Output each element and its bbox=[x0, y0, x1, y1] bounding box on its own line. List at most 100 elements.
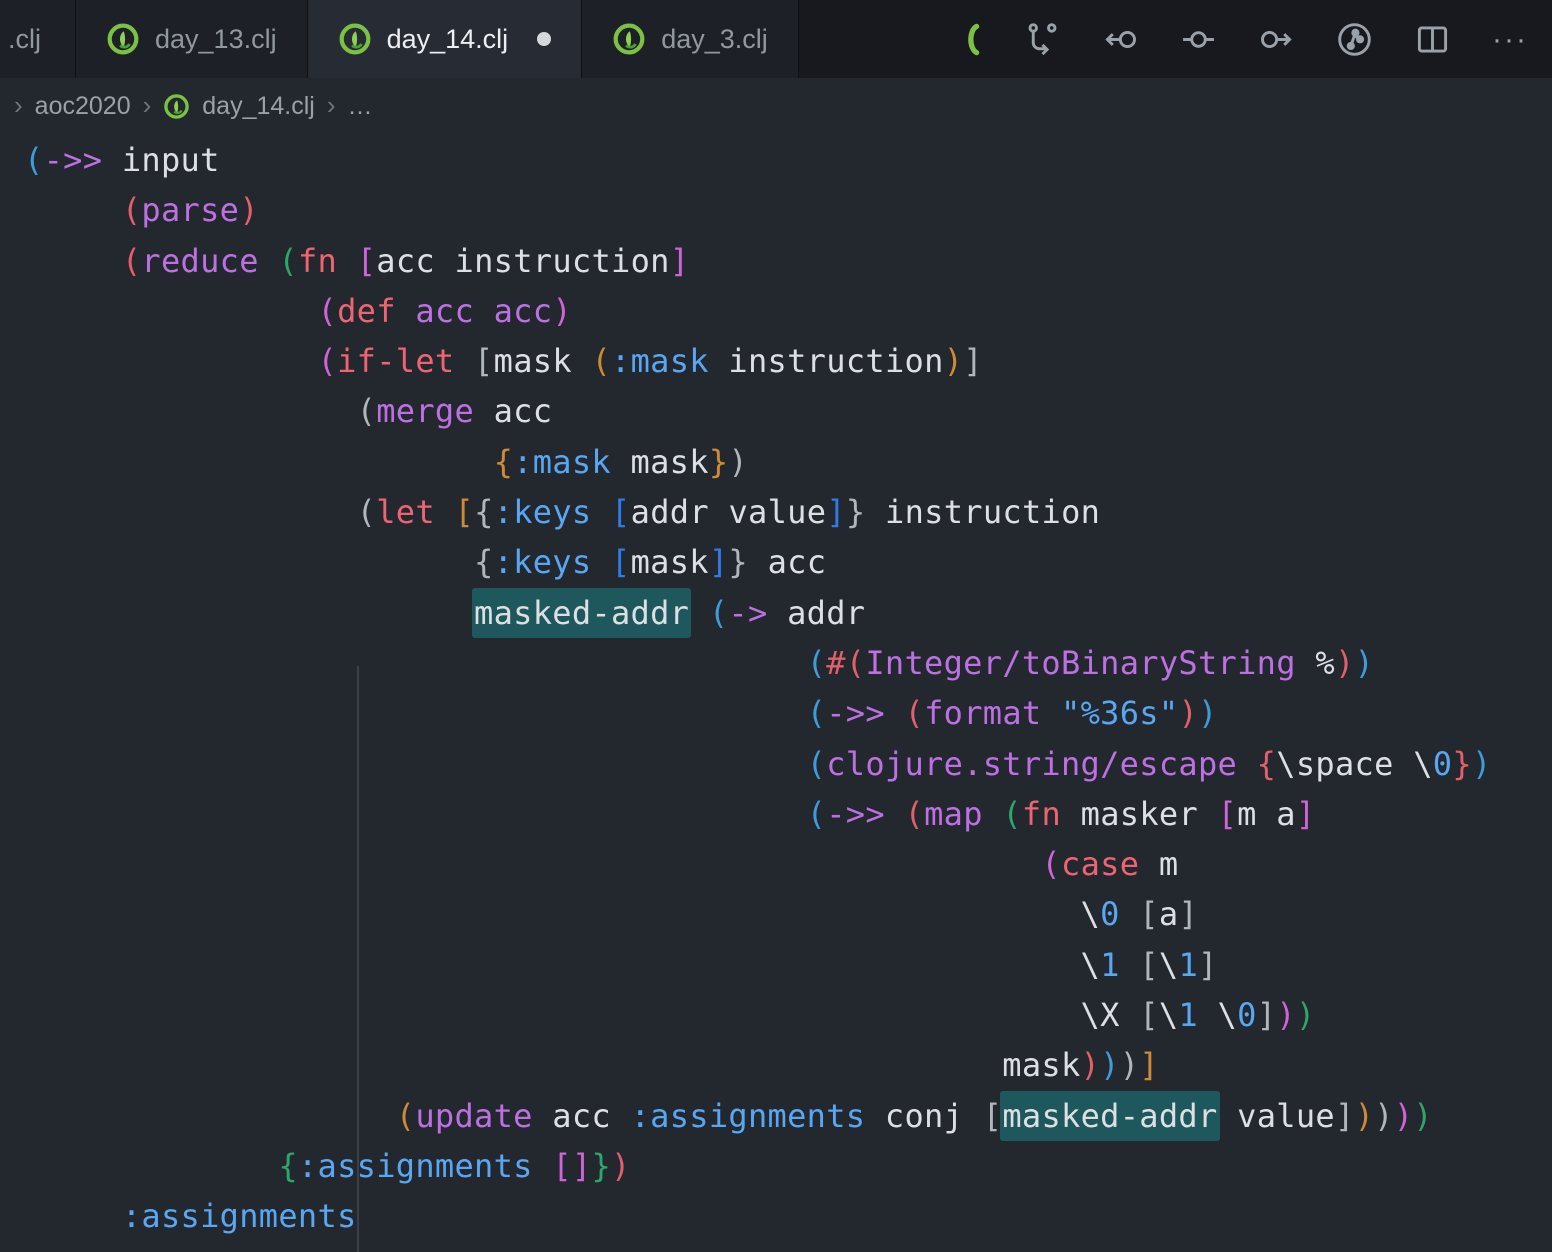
code-token: [ bbox=[474, 342, 494, 380]
code-token: merge bbox=[376, 392, 474, 430]
editor-actions: ··· bbox=[961, 0, 1552, 78]
code-token: ( bbox=[807, 745, 827, 783]
modified-dot-icon[interactable] bbox=[537, 32, 551, 46]
clojure-file-icon bbox=[612, 22, 646, 56]
breadcrumb-item-file[interactable]: day_14.clj bbox=[202, 92, 315, 121]
code-token: } bbox=[1452, 745, 1472, 783]
occurrence-highlight: masked-addr bbox=[1000, 1091, 1219, 1141]
code-token: ] bbox=[670, 242, 690, 280]
code-line: (reduce (fn [acc instruction] bbox=[24, 236, 1552, 286]
code-token: if-let bbox=[337, 342, 454, 380]
code-token: 0 bbox=[1100, 895, 1120, 933]
code-token bbox=[259, 242, 279, 280]
code-token: [ bbox=[455, 1248, 475, 1252]
code-token: ) bbox=[1394, 1097, 1414, 1135]
code-token bbox=[533, 1147, 553, 1185]
code-line: (def acc acc) bbox=[24, 286, 1552, 336]
code-token: fn bbox=[1022, 795, 1061, 833]
code-token: ] bbox=[1335, 1097, 1355, 1135]
code-token: case bbox=[1061, 845, 1139, 883]
tab-day-3[interactable]: day_3.clj bbox=[582, 0, 799, 78]
code-area[interactable]: (->> input (parse) (reduce (fn [acc inst… bbox=[0, 134, 1552, 1252]
code-token: ( bbox=[24, 141, 44, 179]
code-token: fn bbox=[298, 1248, 337, 1252]
code-token: ] bbox=[826, 493, 846, 531]
code-token: ) bbox=[1198, 694, 1218, 732]
code-token: [] bbox=[552, 1147, 591, 1185]
code-token: ) bbox=[611, 1147, 631, 1185]
code-token: format bbox=[924, 694, 1041, 732]
code-token: instruction bbox=[865, 493, 1100, 531]
code-token: instruction bbox=[709, 342, 944, 380]
code-line: (merge acc bbox=[24, 386, 1552, 436]
code-token: ->> bbox=[44, 141, 103, 179]
code-token: "%36s" bbox=[1061, 694, 1178, 732]
code-token: { bbox=[1257, 745, 1277, 783]
code-token: :assignments bbox=[631, 1097, 866, 1135]
code-token: :assignments bbox=[122, 1197, 357, 1235]
code-token: ( bbox=[317, 342, 337, 380]
code-token: reduce bbox=[141, 242, 258, 280]
split-editor-icon[interactable] bbox=[1414, 21, 1451, 58]
code-token: ( bbox=[904, 694, 924, 732]
git-graph-icon[interactable] bbox=[1336, 21, 1373, 58]
code-token: { bbox=[474, 543, 494, 581]
code-token bbox=[983, 795, 1003, 833]
code-token: 1 bbox=[1100, 946, 1120, 984]
code-token: Integer/toBinaryString bbox=[865, 644, 1295, 682]
tab-day-14-active[interactable]: day_14.clj bbox=[308, 0, 583, 78]
code-token: [ bbox=[1139, 895, 1159, 933]
next-change-icon[interactable] bbox=[1258, 21, 1295, 58]
code-token: [ bbox=[1139, 946, 1159, 984]
git-commit-icon[interactable] bbox=[1180, 21, 1217, 58]
code-token: ) bbox=[1100, 1046, 1120, 1084]
code-token: ( bbox=[396, 1097, 416, 1135]
code-token: :mask bbox=[611, 342, 709, 380]
code-token: ] bbox=[1296, 795, 1316, 833]
code-token: [ bbox=[1139, 996, 1159, 1034]
code-line: \X [\1 \0])) bbox=[24, 990, 1552, 1040]
compare-changes-icon[interactable] bbox=[1024, 21, 1061, 58]
tab-truncated-clj[interactable]: .clj bbox=[0, 0, 76, 78]
previous-change-icon[interactable] bbox=[1102, 21, 1139, 58]
code-token bbox=[1120, 946, 1140, 984]
code-line: masked-addr (-> addr bbox=[24, 588, 1552, 638]
calva-icon[interactable] bbox=[961, 21, 983, 58]
code-token: [ bbox=[357, 1248, 377, 1252]
code-line: (->> (map (fn masker [m a] bbox=[24, 789, 1552, 839]
code-token: masker bbox=[1061, 795, 1218, 833]
clojure-file-icon bbox=[163, 93, 190, 120]
code-line: (parse) bbox=[24, 185, 1552, 235]
code-token: ( bbox=[357, 493, 377, 531]
more-actions-icon[interactable]: ··· bbox=[1492, 21, 1528, 58]
code-token: :keys bbox=[494, 493, 592, 531]
code-token: mask bbox=[631, 543, 709, 581]
code-token: ( bbox=[278, 242, 298, 280]
code-token: fn bbox=[298, 242, 337, 280]
code-token: ) bbox=[1081, 1046, 1101, 1084]
code-token bbox=[337, 1248, 357, 1252]
code-line: (update acc :assignments conj [masked-ad… bbox=[24, 1091, 1552, 1141]
code-token: ( bbox=[807, 694, 827, 732]
code-token: #( bbox=[826, 644, 865, 682]
code-token: ] bbox=[1257, 996, 1277, 1034]
tab-day-13[interactable]: day_13.clj bbox=[76, 0, 308, 78]
indent-guide bbox=[357, 666, 359, 1252]
breadcrumb-item-symbol[interactable]: … bbox=[348, 92, 373, 121]
tab-label: day_14.clj bbox=[387, 24, 509, 55]
code-token bbox=[885, 795, 905, 833]
code-token: ] bbox=[1198, 946, 1218, 984]
editor-pane[interactable]: (->> input (parse) (reduce (fn [acc inst… bbox=[0, 134, 1552, 1252]
code-token: parse bbox=[141, 191, 239, 229]
code-token: :keys bbox=[494, 543, 592, 581]
code-line: mask)))] bbox=[24, 1040, 1552, 1090]
code-token: % bbox=[1296, 644, 1335, 682]
clojure-file-icon bbox=[338, 22, 372, 56]
code-token: acc acc bbox=[415, 292, 552, 330]
breadcrumb-item-folder[interactable]: aoc2020 bbox=[35, 92, 131, 121]
code-token bbox=[591, 493, 611, 531]
code-token: ) bbox=[1374, 1097, 1394, 1135]
code-token: update bbox=[415, 1097, 532, 1135]
code-token: a bbox=[1159, 895, 1179, 933]
code-token: ) bbox=[1472, 745, 1492, 783]
